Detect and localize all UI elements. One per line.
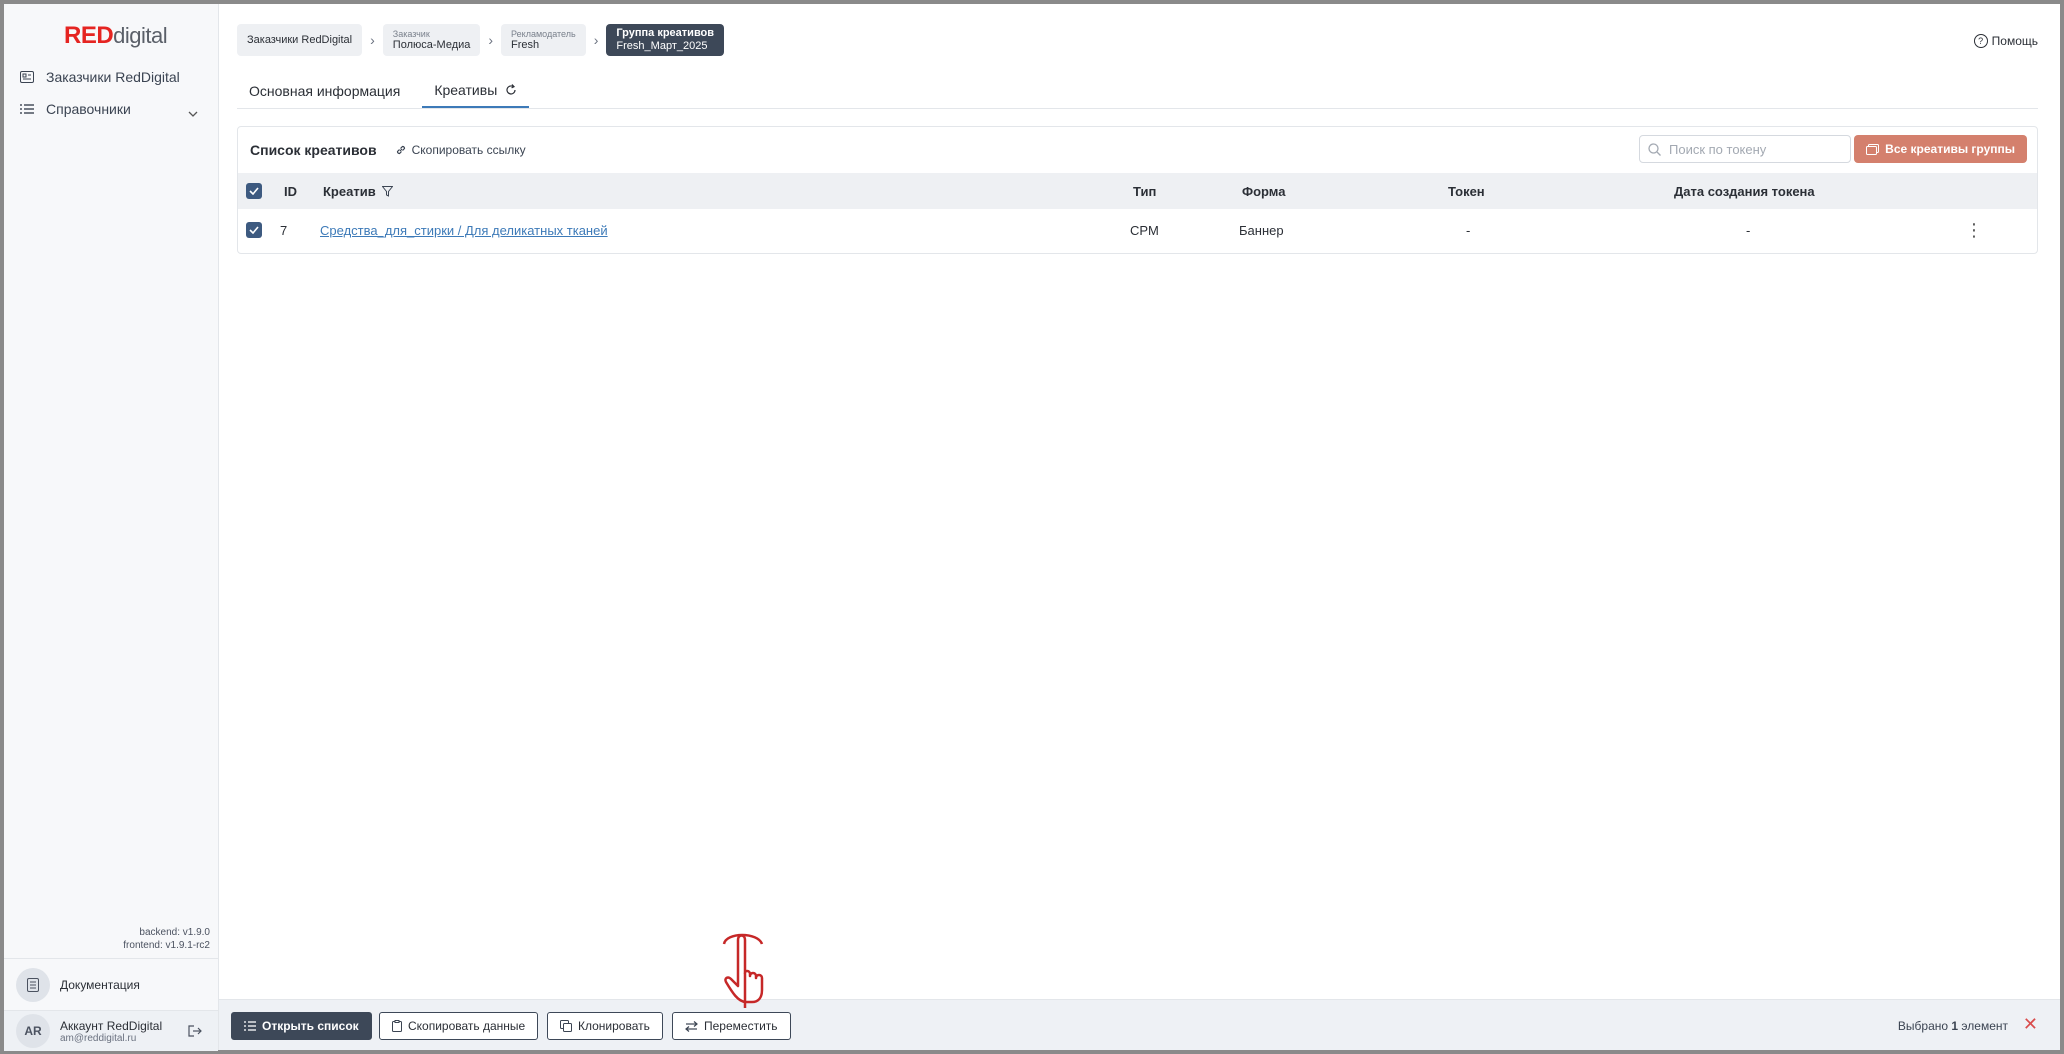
- document-icon: [16, 968, 50, 1002]
- move-button[interactable]: Переместить: [672, 1012, 791, 1040]
- breadcrumb-value: Fresh: [511, 38, 540, 51]
- account-name: Аккаунт RedDigital: [60, 1018, 163, 1033]
- tab-main-info[interactable]: Основная информация: [237, 74, 412, 108]
- breadcrumb-caption: Заказчик: [392, 28, 430, 39]
- breadcrumb-value: Fresh_Март_2025: [616, 40, 708, 52]
- docs-label: Документация: [60, 978, 140, 992]
- card-title: Список креативов: [250, 142, 377, 158]
- selected-prefix: Выбрано: [1897, 1019, 1952, 1033]
- breadcrumb-caption: Группа креативов: [616, 27, 715, 39]
- logo-rest: digital: [113, 23, 168, 48]
- token-search[interactable]: [1639, 135, 1851, 163]
- swap-arrows-icon: [685, 1020, 698, 1032]
- row-checkbox[interactable]: [246, 222, 262, 238]
- copy-data-button[interactable]: Скопировать данные: [379, 1012, 539, 1040]
- creatives-card: Список креативов Скопировать ссылку Поис…: [237, 126, 2038, 254]
- col-header-form[interactable]: Форма: [1242, 184, 1285, 199]
- col-header-id[interactable]: ID: [284, 184, 297, 199]
- copy-link-button[interactable]: Скопировать ссылку: [395, 143, 526, 157]
- selected-suffix: элемент: [1958, 1019, 2008, 1033]
- col-header-creative[interactable]: Креатив: [323, 184, 393, 199]
- docs-link[interactable]: Документация: [4, 958, 218, 1011]
- col-header-date[interactable]: Дата создания токена: [1674, 184, 1815, 199]
- sidebar-item-label: Справочники: [46, 101, 131, 117]
- search-input[interactable]: [1667, 140, 1841, 158]
- col-header-token[interactable]: Токен: [1448, 184, 1485, 199]
- copy-link-label: Скопировать ссылку: [411, 143, 526, 157]
- help-link[interactable]: ? Помощь: [1973, 34, 2038, 48]
- clone-button[interactable]: Клонировать: [547, 1012, 663, 1040]
- select-all-checkbox[interactable]: [246, 183, 262, 199]
- refresh-icon[interactable]: [505, 84, 517, 96]
- copy-data-label: Скопировать данные: [408, 1019, 526, 1033]
- card-header: Список креативов Скопировать ссылку Поис…: [238, 127, 2037, 173]
- logo-red: RED: [64, 22, 114, 49]
- all-button-label: Все креативы группы: [1885, 142, 2015, 156]
- open-list-label: Открыть список: [262, 1019, 359, 1033]
- link-icon: [395, 144, 407, 156]
- images-icon: [1866, 143, 1880, 155]
- breadcrumb-customers[interactable]: Заказчики RedDigital: [237, 24, 363, 56]
- tab-label: Основная информация: [249, 83, 401, 99]
- breadcrumb-customer[interactable]: Заказчик Полюса-Медиа: [382, 24, 481, 56]
- table-header: ID Креатив Тип Форма Токен Дата создания…: [238, 173, 2037, 209]
- version-info: backend: v1.9.0 frontend: v1.9.1-rc2: [123, 926, 210, 952]
- clone-label: Клонировать: [578, 1019, 650, 1033]
- breadcrumb-caption: Рекламодатель: [511, 28, 576, 39]
- breadcrumb-creative-group[interactable]: Группа креативов Fresh_Март_2025: [606, 24, 725, 56]
- question-icon: ?: [1973, 34, 1988, 48]
- copy-icon: [560, 1020, 572, 1032]
- help-label: Помощь: [1991, 34, 2038, 48]
- list-icon: [244, 1021, 256, 1031]
- sidebar-item-label: Заказчики RedDigital: [46, 69, 180, 85]
- sidebar-item-references[interactable]: Справочники: [18, 100, 131, 118]
- tabs: Основная информация Креативы: [237, 74, 2038, 109]
- breadcrumb-advertiser[interactable]: Рекламодатель Fresh: [501, 24, 586, 56]
- app: REDdigital Заказчики RedDigital Справочн…: [4, 4, 2060, 1051]
- col-header-label: Креатив: [323, 183, 376, 199]
- col-header-type[interactable]: Тип: [1133, 184, 1156, 199]
- filter-icon[interactable]: [381, 185, 393, 197]
- tab-creatives[interactable]: Креативы: [422, 74, 530, 108]
- avatar: AR: [16, 1014, 50, 1048]
- sidebar: REDdigital Заказчики RedDigital Справочн…: [4, 4, 219, 1051]
- cell-type: CPM: [1130, 222, 1159, 238]
- selection-action-bar: Открыть список Скопировать данные Клонир…: [219, 999, 2060, 1050]
- logout-icon[interactable]: [188, 1025, 202, 1037]
- account-panel[interactable]: AR Аккаунт RedDigital am@reddigital.ru: [4, 1010, 218, 1051]
- chevron-right-icon: ›: [370, 32, 375, 48]
- all-group-creatives-button[interactable]: Все креативы группы: [1854, 135, 2027, 163]
- cell-creative-link[interactable]: Средства_для_стирки / Для деликатных тка…: [320, 223, 608, 238]
- table-row[interactable]: 7 Средства_для_стирки / Для деликатных т…: [238, 209, 2037, 251]
- pointer-hand-icon: [722, 933, 764, 1008]
- selected-count-text: Выбрано 1 элемент: [1898, 1019, 2008, 1033]
- move-label: Переместить: [704, 1019, 778, 1033]
- id-card-icon: [18, 68, 36, 86]
- breadcrumb-value: Полюса-Медиа: [392, 38, 471, 51]
- account-email: am@reddigital.ru: [60, 1032, 137, 1044]
- close-icon[interactable]: ✕: [2023, 1014, 2038, 1035]
- open-list-button[interactable]: Открыть список: [231, 1012, 372, 1040]
- logo[interactable]: REDdigital: [64, 22, 168, 50]
- cell-form: Баннер: [1239, 222, 1284, 238]
- list-icon: [18, 100, 36, 118]
- chevron-down-icon[interactable]: [188, 104, 198, 122]
- cell-token: -: [1466, 222, 1471, 238]
- sidebar-item-customers[interactable]: Заказчики RedDigital: [18, 68, 180, 86]
- search-icon: [1648, 142, 1661, 156]
- cell-date: -: [1746, 222, 1751, 238]
- frontend-version: frontend: v1.9.1-rc2: [123, 940, 210, 951]
- chevron-right-icon: ›: [488, 32, 494, 48]
- main-content: Заказчики RedDigital › Заказчик Полюса-М…: [219, 4, 2060, 1050]
- backend-version: backend: v1.9.0: [139, 927, 210, 938]
- tab-label: Креативы: [434, 82, 498, 98]
- breadcrumb-label: Заказчики RedDigital: [247, 34, 353, 46]
- more-vertical-icon[interactable]: ⋮: [1965, 220, 1983, 241]
- cell-id: 7: [280, 222, 288, 238]
- breadcrumb: Заказчики RedDigital › Заказчик Полюса-М…: [237, 24, 728, 56]
- clipboard-icon: [392, 1020, 402, 1032]
- chevron-right-icon: ›: [593, 32, 599, 48]
